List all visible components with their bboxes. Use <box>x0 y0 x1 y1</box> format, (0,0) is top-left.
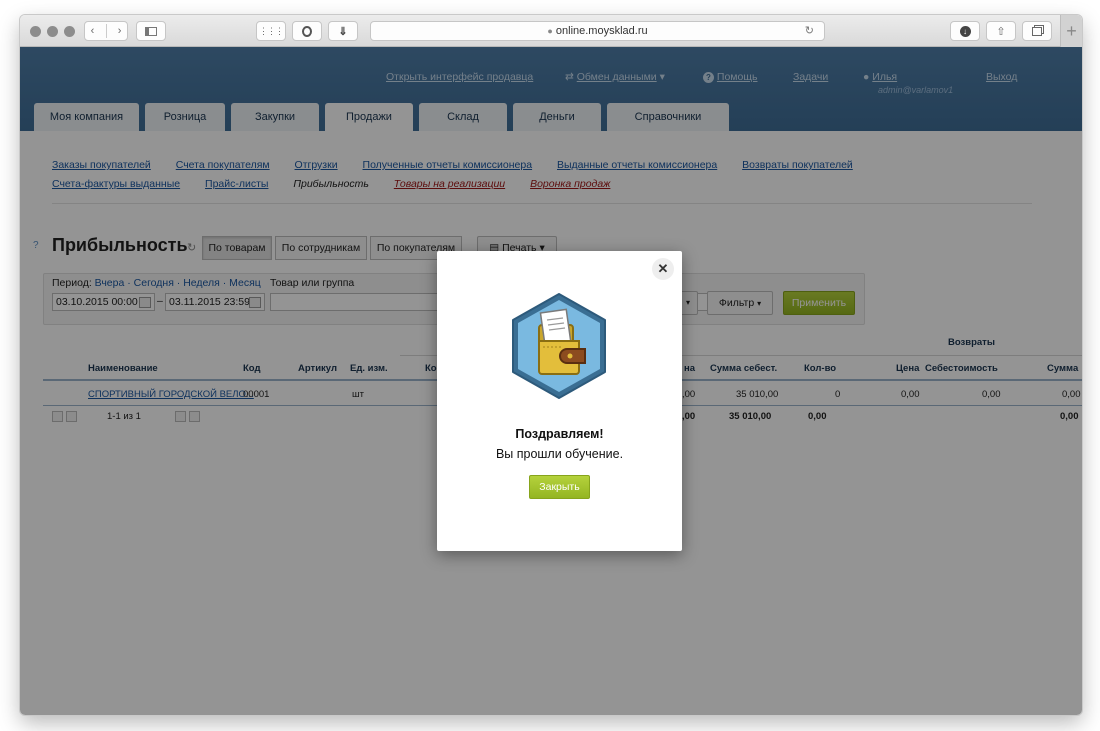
back-icon[interactable]: ‹ <box>91 25 95 37</box>
congrats-dialog: ✕ Поздравляем! Вы прошли обучение. Закры… <box>437 251 682 551</box>
browser-window: ‹ › ⋮⋮⋮ ⇓ ● online.moysklad.ru ↻ ↓ ⇧ + О… <box>20 15 1082 715</box>
sidebar-button[interactable] <box>136 21 166 41</box>
extension-button[interactable]: ⇓ <box>328 21 358 41</box>
downloads-button[interactable]: ↓ <box>950 21 980 41</box>
opera-icon <box>302 25 312 37</box>
tabs-icon <box>1032 26 1042 36</box>
forward-icon[interactable]: › <box>118 25 122 37</box>
close-window-button[interactable] <box>30 26 41 37</box>
close-dialog-button[interactable]: ✕ <box>652 258 674 280</box>
zoom-window-button[interactable] <box>64 26 75 37</box>
opera-extension-button[interactable] <box>292 21 322 41</box>
dialog-close-button[interactable]: Закрыть <box>529 475 590 499</box>
reload-icon[interactable]: ↻ <box>805 22 814 40</box>
share-button[interactable]: ⇧ <box>986 21 1016 41</box>
plus-icon: + <box>1066 21 1077 41</box>
new-tab-button[interactable]: + <box>1060 15 1082 47</box>
dialog-message: Вы прошли обучение. <box>495 447 624 461</box>
minimize-window-button[interactable] <box>47 26 58 37</box>
back-forward-buttons[interactable]: ‹ › <box>84 21 128 41</box>
modal-overlay[interactable]: ✕ Поздравляем! Вы прошли обучение. Закры… <box>20 47 1082 715</box>
sidebar-icon <box>145 26 157 36</box>
address-bar[interactable]: ● online.moysklad.ru ↻ <box>370 21 825 41</box>
lock-icon: ● <box>547 26 553 36</box>
downloads-icon: ↓ <box>959 25 971 37</box>
grid-icon: ⋮⋮⋮ <box>259 25 284 36</box>
share-icon: ⇧ <box>996 25 1006 38</box>
wallet-badge-icon <box>512 293 606 399</box>
url-text: online.moysklad.ru <box>555 25 648 37</box>
dialog-title: Поздравляем! <box>515 427 604 441</box>
top-sites-button[interactable]: ⋮⋮⋮ <box>256 21 286 41</box>
tabs-overview-button[interactable] <box>1022 21 1052 41</box>
browser-toolbar: ‹ › ⋮⋮⋮ ⇓ ● online.moysklad.ru ↻ ↓ ⇧ + <box>20 15 1082 47</box>
download-arrow-icon: ⇓ <box>338 25 348 38</box>
